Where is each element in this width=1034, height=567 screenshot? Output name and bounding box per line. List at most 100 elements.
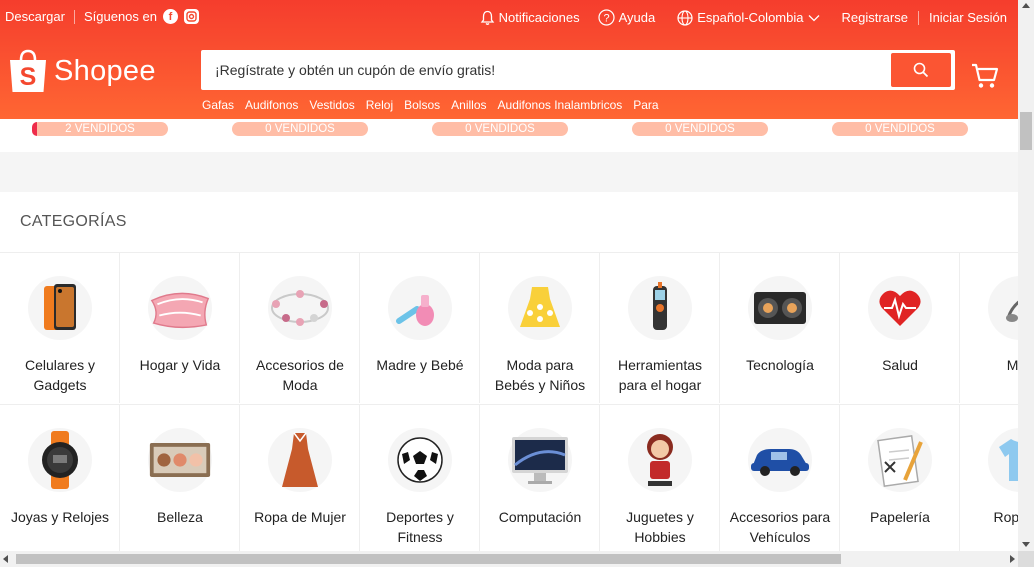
nasal-aspirator-icon <box>388 276 452 340</box>
suggestion-link[interactable]: Bolsos <box>404 98 440 112</box>
shopping-bag-icon: S <box>8 48 48 94</box>
divider <box>73 9 75 24</box>
category-label: Ropa de <box>993 509 1018 525</box>
sold-progress-bar: 0 VENDIDOS <box>832 122 968 136</box>
categories-title: CATEGORÍAS <box>20 213 127 230</box>
category-item[interactable]: Herramientas para el hogar <box>600 253 720 403</box>
category-item[interactable]: Accesorios de Moda <box>240 253 360 403</box>
categories-section: CATEGORÍAS Celulares y Gadgets Hogar y V… <box>0 192 1018 552</box>
category-label: Juguetes y Hobbies <box>626 509 694 545</box>
suggestion-link[interactable]: Audifonos <box>245 98 298 112</box>
category-item[interactable]: Computación <box>480 405 600 552</box>
search-button[interactable] <box>891 53 951 87</box>
suggestion-link[interactable]: Audifonos Inalambricos <box>498 98 623 112</box>
chevron-down-icon <box>808 14 820 22</box>
vertical-scrollbar[interactable] <box>1018 0 1034 551</box>
category-label: Salud <box>882 357 918 373</box>
category-item[interactable]: Madre y Bebé <box>360 253 480 403</box>
instagram-icon[interactable] <box>183 9 199 24</box>
search-input[interactable] <box>201 50 891 90</box>
category-row: Celulares y Gadgets Hogar y Vida Accesor… <box>0 253 1018 404</box>
language-selector[interactable]: Español-Colombia <box>677 9 820 26</box>
car-icon <box>748 428 812 492</box>
figurine-icon <box>628 428 692 492</box>
help-link[interactable]: ? Ayuda <box>598 9 656 26</box>
category-item[interactable]: Deportes y Fitness <box>360 405 480 552</box>
suggestion-link[interactable]: Anillos <box>451 98 486 112</box>
monitor-icon <box>508 428 572 492</box>
help-icon: ? <box>598 9 615 26</box>
register-link[interactable]: Registrarse <box>841 10 907 25</box>
header: Descargar Síguenos en f Notificaciones ?… <box>0 0 1018 119</box>
category-label: Celulares y Gadgets <box>24 357 96 393</box>
sold-label: 2 VENDIDOS <box>65 123 135 135</box>
bracelet-icon <box>268 276 332 340</box>
download-link[interactable]: Descargar <box>5 9 65 24</box>
suggestion-link[interactable]: Vestidos <box>309 98 354 112</box>
category-label: Belleza <box>157 509 203 525</box>
sold-progress-bar: 0 VENDIDOS <box>232 122 368 136</box>
notifications-link[interactable]: Notificaciones <box>480 10 580 26</box>
category-item[interactable]: Accesorios para Vehículos <box>720 405 840 552</box>
category-label: Computación <box>498 509 582 525</box>
baby-dress-icon <box>508 276 572 340</box>
scroll-down-arrow-icon[interactable] <box>1022 542 1030 547</box>
category-label: Ropa de Mujer <box>254 509 346 525</box>
globe-icon <box>677 9 693 26</box>
bell-icon <box>480 10 495 26</box>
svg-text:?: ? <box>603 13 609 25</box>
notepad-icon <box>868 428 932 492</box>
horizontal-scroll-thumb[interactable] <box>16 554 841 564</box>
help-label: Ayuda <box>618 10 656 25</box>
search-suggestions: Gafas Audifonos Vestidos Reloj Bolsos An… <box>202 98 670 112</box>
category-item[interactable]: Salud <box>840 253 960 403</box>
category-item[interactable]: Celulares y Gadgets <box>0 253 120 403</box>
horizontal-scrollbar[interactable] <box>0 551 1018 567</box>
category-item[interactable]: Ropa de <box>960 405 1018 552</box>
suggestion-link[interactable]: Reloj <box>366 98 393 112</box>
sold-label: 0 VENDIDOS <box>865 123 935 135</box>
scroll-right-arrow-icon[interactable] <box>1010 555 1015 563</box>
search-bar <box>201 50 955 90</box>
category-item[interactable]: Joyas y Relojes <box>0 405 120 552</box>
category-label: Accesorios de Moda <box>256 357 344 393</box>
logo-text: Shopee <box>54 54 156 87</box>
category-item[interactable]: Belleza <box>120 405 240 552</box>
category-item[interactable]: Ropa de Mujer <box>240 405 360 552</box>
category-item[interactable]: Papelería <box>840 405 960 552</box>
category-item[interactable]: Tecnología <box>720 253 840 403</box>
cart-button[interactable] <box>971 63 999 95</box>
notifications-label: Notificaciones <box>498 10 580 25</box>
category-label: Tecnología <box>746 357 814 373</box>
category-label: Moda para Bebés y Niños <box>494 357 586 393</box>
sold-label: 0 VENDIDOS <box>265 123 335 135</box>
scrollbar-corner <box>1018 551 1034 567</box>
sold-progress-bar: 2 VENDIDOS <box>32 122 168 136</box>
topbar: Descargar Síguenos en f Notificaciones ?… <box>0 0 1018 34</box>
follow-us-label: Síguenos en <box>83 9 157 24</box>
sold-label: 0 VENDIDOS <box>465 123 535 135</box>
facebook-icon[interactable]: f <box>162 9 178 24</box>
scroll-up-arrow-icon[interactable] <box>1022 3 1030 8</box>
vertical-scroll-thumb[interactable] <box>1020 112 1032 150</box>
category-label: Papelería <box>870 509 930 525</box>
category-item[interactable]: Moda para Bebés y Niños <box>480 253 600 403</box>
tshirt-icon <box>988 428 1018 492</box>
multimeter-icon <box>628 276 692 340</box>
category-label: Joyas y Relojes <box>10 509 110 525</box>
flash-sale-sold-strip: 2 VENDIDOS 0 VENDIDOS 0 VENDIDOS 0 VENDI… <box>0 119 1018 152</box>
scroll-left-arrow-icon[interactable] <box>3 555 8 563</box>
cart-icon <box>971 63 999 90</box>
divider <box>917 10 919 25</box>
suggestion-link[interactable]: Gafas <box>202 98 234 112</box>
category-item[interactable]: Juguetes y Hobbies <box>600 405 720 552</box>
category-label: Mas <box>1006 357 1018 373</box>
suggestion-link[interactable]: Para <box>633 98 658 112</box>
category-item[interactable]: Mas <box>960 253 1018 403</box>
category-item[interactable]: Hogar y Vida <box>120 253 240 403</box>
category-label: Accesorios para Vehículos <box>729 509 831 545</box>
login-link[interactable]: Iniciar Sesión <box>929 10 1007 25</box>
shopee-logo[interactable]: S Shopee <box>8 48 156 94</box>
heart-icon <box>868 276 932 340</box>
sold-label: 0 VENDIDOS <box>665 123 735 135</box>
